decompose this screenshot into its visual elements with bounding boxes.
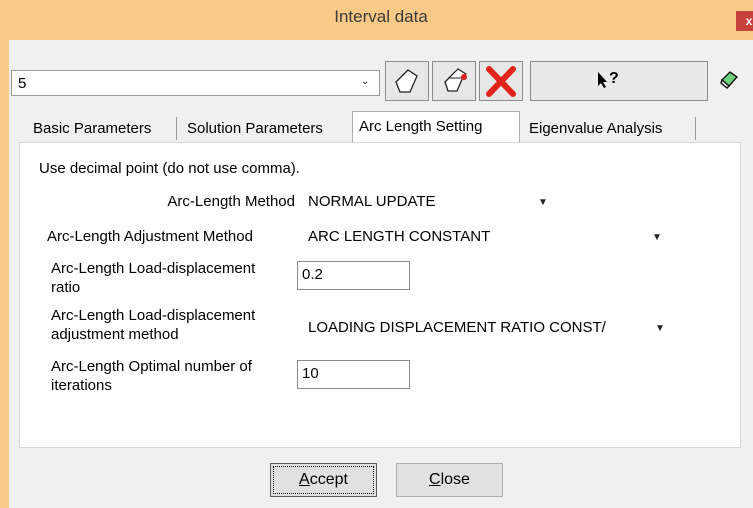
accept-button[interactable]: Accept — [270, 463, 377, 497]
tab-divider — [695, 117, 696, 140]
accept-label: ccept — [309, 471, 348, 488]
context-help-button[interactable]: ? — [530, 61, 708, 101]
ratio-input[interactable]: 0.2 — [297, 261, 410, 290]
new-icon — [395, 69, 418, 93]
tab-solution-parameters[interactable]: Solution Parameters — [181, 115, 329, 142]
help-question-mark: ? — [609, 70, 619, 87]
arc-length-method-label: Arc-Length Method — [167, 193, 295, 210]
delete-button[interactable] — [479, 61, 523, 101]
pointer-icon — [597, 71, 609, 93]
close-button[interactable]: Close — [396, 463, 503, 497]
ratio-label: Arc-Length Load-displacement ratio — [51, 259, 255, 297]
window-border — [0, 0, 9, 508]
new-button[interactable] — [385, 61, 429, 101]
adjustment-method-label: Arc-Length Adjustment Method — [47, 228, 253, 245]
caret-down-icon[interactable]: ▼ — [652, 232, 662, 243]
ratio-adjustment-label: Arc-Length Load-displacement adjustment … — [51, 306, 255, 344]
ratio-adjustment-select[interactable]: LOADING DISPLACEMENT RATIO CONST/ — [308, 319, 606, 336]
eraser-icon — [720, 71, 739, 89]
decimal-hint: Use decimal point (do not use comma). — [39, 160, 300, 177]
adjustment-method-select[interactable]: ARC LENGTH CONSTANT — [308, 228, 490, 245]
chevron-down-icon: ⌄ — [361, 76, 370, 87]
ratio-label-line2: ratio — [51, 279, 81, 296]
tab-eigenvalue-analysis[interactable]: Eigenvalue Analysis — [523, 115, 668, 142]
title-bar: Interval data x — [9, 0, 753, 40]
copy-button[interactable] — [432, 61, 476, 101]
ratio-label-line1: Arc-Length Load-displacement — [51, 260, 256, 277]
iterations-label: Arc-Length Optimal number of iterations — [51, 357, 252, 395]
button-bar — [9, 453, 753, 508]
iterations-label-line1: Arc-Length Optimal number of — [51, 358, 252, 375]
close-window-button[interactable]: x — [736, 11, 753, 31]
iterations-input[interactable]: 10 — [297, 360, 410, 389]
tab-divider — [176, 117, 177, 140]
close-label: lose — [440, 471, 470, 488]
caret-down-icon[interactable]: ▼ — [538, 197, 548, 208]
ratio-adjustment-label-line2: adjustment method — [51, 326, 179, 343]
accept-mnemonic: A — [299, 471, 310, 488]
caret-down-icon[interactable]: ▼ — [655, 323, 665, 334]
delete-icon — [486, 66, 516, 97]
ratio-adjustment-label-line1: Arc-Length Load-displacement — [51, 307, 256, 324]
tab-arc-length-setting[interactable]: Arc Length Setting — [352, 111, 520, 143]
close-mnemonic: C — [429, 471, 441, 488]
eraser-button[interactable] — [718, 68, 740, 94]
interval-select[interactable]: 5 ⌄ — [11, 70, 380, 96]
window-title: Interval data — [334, 7, 428, 26]
iterations-label-line2: iterations — [51, 377, 112, 394]
arc-length-method-select[interactable]: NORMAL UPDATE — [308, 193, 436, 210]
interval-select-value: 5 — [18, 75, 27, 92]
tab-basic-parameters[interactable]: Basic Parameters — [27, 115, 157, 142]
copy-icon — [444, 68, 467, 92]
